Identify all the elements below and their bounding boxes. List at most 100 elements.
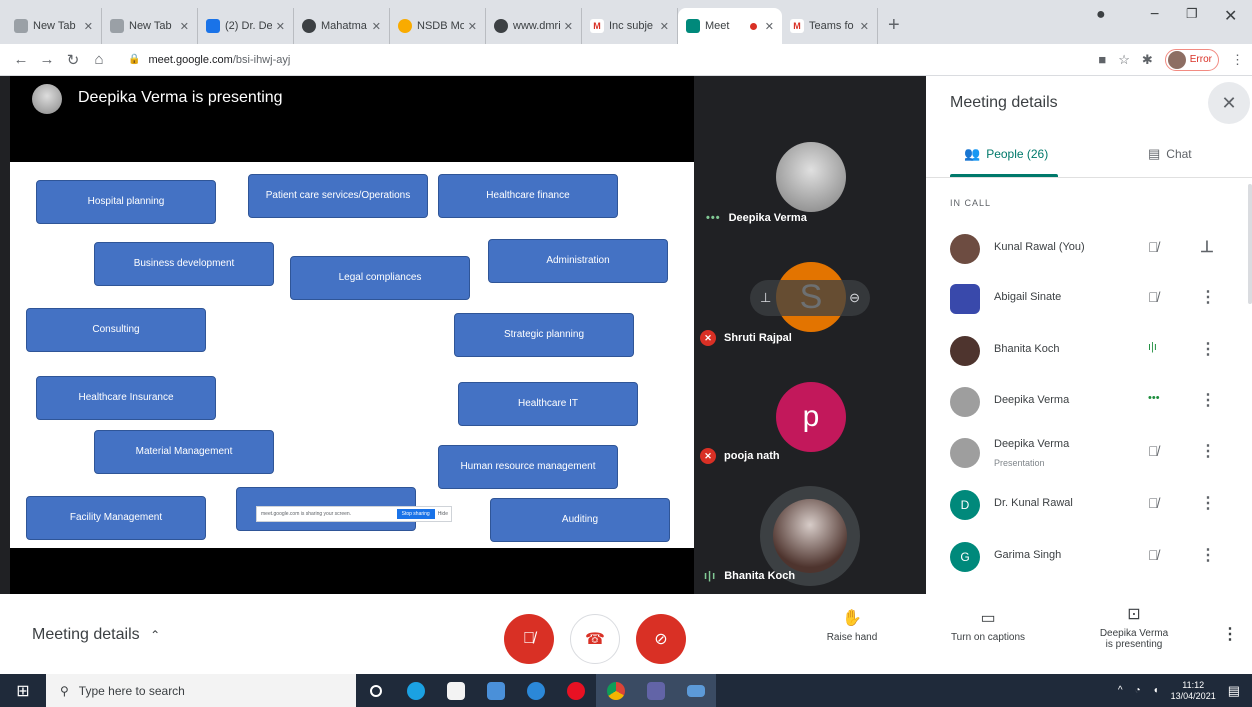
network-icon[interactable]: ◔ <box>1135 685 1141 696</box>
browser-tab[interactable]: (2) Dr. Dee ✕ <box>198 8 294 44</box>
bookmark-star-icon[interactable]: ☆ <box>1118 52 1130 68</box>
browser-tab[interactable]: Mahatma ✕ <box>294 8 390 44</box>
chrome-account-icon[interactable]: ● <box>1096 6 1106 24</box>
browser-tab[interactable]: New Tab ✕ <box>102 8 198 44</box>
maximize-button[interactable]: ❐ <box>1186 6 1198 22</box>
close-tab-icon[interactable]: ✕ <box>372 20 381 33</box>
taskbar-clock[interactable]: 11:12 13/04/2021 <box>1171 680 1216 702</box>
address-bar[interactable]: 🔒 meet.google.com/bsi-ihwj-ayj <box>120 48 1092 72</box>
close-tab-icon[interactable]: ✕ <box>564 20 573 33</box>
close-panel-button[interactable]: ✕ <box>1208 82 1250 124</box>
notifications-icon[interactable]: ▤ <box>1228 683 1240 699</box>
close-window-button[interactable]: ✕ <box>1224 6 1237 26</box>
task-view-icon[interactable] <box>356 674 396 707</box>
participant-avatar <box>950 438 980 468</box>
raise-hand-label: Raise hand <box>826 632 878 643</box>
chrome-menu-icon[interactable]: ⋮ <box>1231 52 1244 68</box>
meeting-details-toggle[interactable]: Meeting details ⌃ <box>32 626 160 644</box>
more-options-icon[interactable]: ⋮ <box>1200 287 1216 307</box>
edge-icon[interactable] <box>396 674 436 707</box>
stop-sharing-button[interactable]: Stop sharing <box>396 509 435 519</box>
more-options-icon[interactable]: ⋮ <box>1200 493 1216 513</box>
microphone-toggle-button[interactable]: 🎙̸ <box>504 614 554 664</box>
new-tab-button[interactable]: + <box>878 8 910 44</box>
extensions-puzzle-icon[interactable]: ✱ <box>1142 52 1153 68</box>
participant-name: Deepika Verma <box>994 438 1070 450</box>
mic-off-icon: 🎙̸ <box>1148 443 1159 459</box>
reload-icon[interactable]: ↻ <box>60 51 86 69</box>
more-options-icon[interactable]: ⋮ <box>1200 441 1216 461</box>
browser-tab[interactable]: M Inc subje ✕ <box>582 8 678 44</box>
participant-row[interactable]: Deepika Verma Presentation 🎙̸ ⋮ <box>926 428 1252 478</box>
browser-tab-active[interactable]: Meet ✕ <box>678 8 782 44</box>
participant-subtitle: Presentation <box>994 458 1045 468</box>
mail-icon[interactable] <box>476 674 516 707</box>
browser-tab[interactable]: New Tab ✕ <box>6 8 102 44</box>
more-options-icon[interactable]: ⊖ <box>849 290 860 306</box>
tray-expand-icon[interactable]: ^ <box>1118 685 1123 696</box>
pin-icon[interactable]: ⊥ <box>1200 237 1214 257</box>
slide-box: Facility Management <box>26 496 206 540</box>
url-path: /bsi-ihwj-ayj <box>232 53 291 66</box>
close-tab-icon[interactable]: ✕ <box>860 20 869 33</box>
leave-call-button[interactable]: ☎ <box>570 614 620 664</box>
participant-row[interactable]: G Garima Singh 🎙̸ ⋮ <box>926 532 1252 582</box>
captions-button[interactable]: ▭ Turn on captions <box>936 608 1040 643</box>
close-icon: ✕ <box>1221 92 1237 113</box>
teams-icon[interactable] <box>636 674 676 707</box>
participant-row[interactable]: D Dr. Kunal Rawal 🎙̸ ⋮ <box>926 480 1252 530</box>
close-tab-icon[interactable]: ✕ <box>765 20 774 33</box>
presenting-button[interactable]: ⊡ Deepika Verma is presenting <box>1082 604 1186 650</box>
hang-up-icon: ☎ <box>585 631 605 648</box>
pin-icon[interactable]: ⊥ <box>760 290 771 306</box>
store-icon[interactable] <box>436 674 476 707</box>
close-tab-icon[interactable]: ✕ <box>276 20 285 33</box>
gmail-icon: M <box>790 19 804 33</box>
forward-icon[interactable]: → <box>34 51 60 68</box>
people-app-icon[interactable] <box>516 674 556 707</box>
slide-box: Healthcare Insurance <box>36 376 216 420</box>
tab-title: Inc subje <box>609 20 654 32</box>
participant-row[interactable]: Abigail Sinate 🎙̸ ⋮ <box>926 274 1252 324</box>
windows-start-icon[interactable]: ⊞ <box>0 674 46 707</box>
more-options-button[interactable]: ⋮ <box>1222 624 1238 644</box>
chevron-up-icon: ⌃ <box>150 628 161 642</box>
taskbar-search[interactable]: ⚲ Type here to search <box>46 674 356 707</box>
mic-off-icon: 🎙̸ <box>1148 495 1159 511</box>
camera-icon[interactable]: ■ <box>1098 52 1106 67</box>
hide-notice-button[interactable]: Hide <box>438 511 448 517</box>
tab-title: Teams fo <box>809 20 854 32</box>
screen-app-icon[interactable] <box>676 674 716 707</box>
close-tab-icon[interactable]: ✕ <box>84 20 93 33</box>
participant-row[interactable]: Kunal Rawal (You) 🎙̸ ⊥ <box>926 224 1252 274</box>
profile-button[interactable]: Error <box>1164 48 1219 71</box>
camera-toggle-button[interactable]: ⊘ <box>636 614 686 664</box>
opera-icon[interactable] <box>556 674 596 707</box>
chrome-icon[interactable] <box>596 674 636 707</box>
tab-people[interactable]: 👥 People (26) <box>964 146 1048 162</box>
tab-favicon <box>110 19 124 33</box>
clock-time: 11:12 <box>1182 679 1205 690</box>
minimize-button[interactable]: − <box>1150 6 1159 24</box>
participant-row[interactable]: Bhanita Koch ı|ı ⋮ <box>926 326 1252 376</box>
more-options-icon[interactable]: ⋮ <box>1200 545 1216 565</box>
share-notice-text: meet.google.com is sharing your screen. <box>261 511 352 517</box>
home-icon[interactable]: ⌂ <box>86 51 112 68</box>
close-tab-icon[interactable]: ✕ <box>468 20 477 33</box>
browser-tab[interactable]: M Teams fo ✕ <box>782 8 878 44</box>
back-icon[interactable]: ← <box>8 51 34 68</box>
screen: New Tab ✕ New Tab ✕ (2) Dr. Dee ✕ Mahatma ✕ … <box>0 0 1252 707</box>
close-tab-icon[interactable]: ✕ <box>660 20 669 33</box>
participant-row[interactable]: Deepika Verma ••• ⋮ <box>926 377 1252 427</box>
raise-hand-button[interactable]: ✋ Raise hand <box>812 608 892 643</box>
more-options-icon[interactable]: ⋮ <box>1200 390 1216 410</box>
more-options-icon[interactable]: ⋮ <box>1200 339 1216 359</box>
close-tab-icon[interactable]: ✕ <box>180 20 189 33</box>
volume-icon[interactable]: ◖ <box>1153 685 1159 696</box>
search-icon: ⚲ <box>60 683 69 698</box>
tab-chat[interactable]: ▤ Chat <box>1148 146 1192 162</box>
clock-date: 13/04/2021 <box>1170 690 1216 701</box>
browser-tab[interactable]: www.dmri ✕ <box>486 8 582 44</box>
tab-title: New Tab <box>33 20 76 32</box>
browser-tab[interactable]: NSDB Mo ✕ <box>390 8 486 44</box>
